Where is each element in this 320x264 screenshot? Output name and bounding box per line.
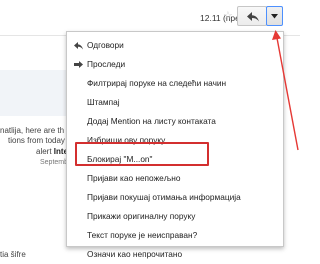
reply-button[interactable] bbox=[237, 6, 267, 26]
more-options-button[interactable] bbox=[266, 6, 283, 26]
menu-item-label: Означи као непрочитано bbox=[87, 249, 183, 259]
menu-item-add-contact[interactable]: Додај Mention на листу контаката bbox=[67, 112, 283, 131]
menu-item-label: Одговори bbox=[87, 40, 124, 50]
menu-item-label: Проследи bbox=[87, 59, 126, 69]
menu-item-label: Филтрирај поруке на следећи начин bbox=[87, 78, 227, 88]
email-body-line-2: tions from today fo bbox=[8, 136, 74, 145]
menu-item-report-spam[interactable]: Пријави као непожељно bbox=[67, 169, 283, 188]
star-icon[interactable]: ☆ bbox=[223, 10, 235, 22]
menu-item-text-incorrect[interactable]: Текст поруке је неисправан? bbox=[67, 226, 283, 245]
message-actions-menu: Одговори Проследи Филтрирај поруке на сл… bbox=[66, 31, 284, 259]
reply-arrow-icon bbox=[247, 12, 259, 22]
menu-item-show-original[interactable]: Прикажи оригиналну поруку bbox=[67, 207, 283, 226]
menu-item-label: Пријави као непожељно bbox=[87, 173, 181, 183]
menu-item-filter[interactable]: Филтрирај поруке на следећи начин bbox=[67, 74, 283, 93]
forward-icon bbox=[74, 61, 83, 68]
menu-item-label: Текст поруке је неисправан? bbox=[87, 230, 198, 240]
menu-item-reply[interactable]: Одговори bbox=[67, 36, 283, 55]
reply-icon bbox=[74, 42, 83, 50]
dropdown-triangle-icon bbox=[271, 14, 278, 19]
menu-item-label: Прикажи оригиналну поруку bbox=[87, 211, 196, 221]
menu-item-print[interactable]: Штампај bbox=[67, 93, 283, 112]
email-body-line-1: natlija, here are th bbox=[0, 126, 65, 135]
menu-item-label: Пријави покушај отимања информација bbox=[87, 192, 241, 202]
menu-item-report-phishing[interactable]: Пријави покушај отимања информација bbox=[67, 188, 283, 207]
menu-item-forward[interactable]: Проследи bbox=[67, 55, 283, 74]
menu-item-label: Штампај bbox=[87, 97, 120, 107]
menu-item-mark-unread[interactable]: Означи као непрочитано bbox=[67, 245, 283, 264]
highlight-box bbox=[75, 142, 209, 166]
email-body-bottom: tia šifre bbox=[0, 250, 26, 259]
menu-item-label: Додај Mention на листу контаката bbox=[87, 116, 216, 126]
